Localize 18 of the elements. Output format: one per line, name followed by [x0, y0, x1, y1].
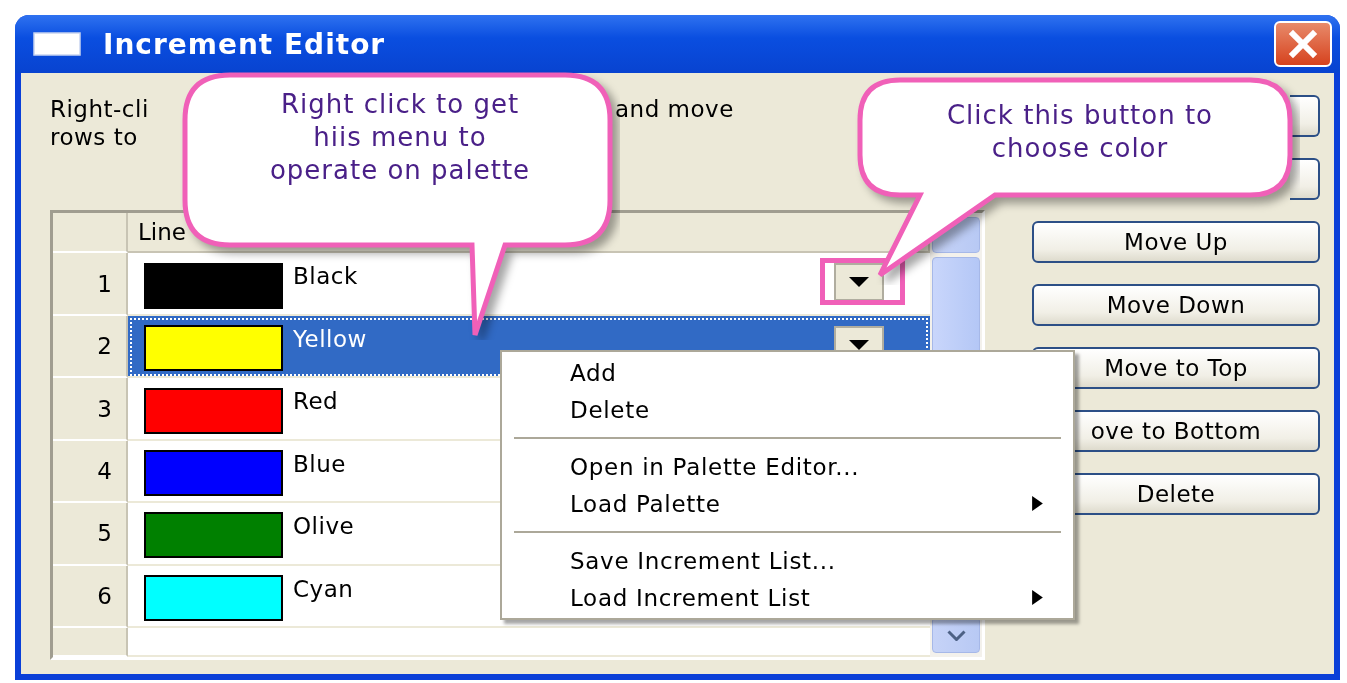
row-number: 3 [53, 378, 128, 441]
window-title: Increment Editor [103, 27, 387, 61]
color-name: Olive [293, 513, 355, 540]
row-number: 5 [53, 503, 128, 566]
row-number: 1 [53, 253, 128, 316]
color-name: Red [293, 388, 339, 415]
instruction-text: and move [615, 95, 734, 123]
color-name: Cyan [293, 575, 354, 602]
color-name: Black [293, 263, 358, 290]
row-number: 4 [53, 440, 128, 504]
row-number: 6 [53, 565, 128, 629]
callout-text: Click this button to choose color [945, 99, 1215, 165]
callout-text: Right click to get hiis menu to operate on palette [268, 88, 532, 187]
instruction-text: Right-cli [50, 95, 149, 123]
instruction-text: rows to [50, 123, 138, 151]
color-name: Blue [293, 450, 346, 477]
color-name: Yellow [293, 325, 367, 352]
row-number: 2 [53, 315, 128, 379]
